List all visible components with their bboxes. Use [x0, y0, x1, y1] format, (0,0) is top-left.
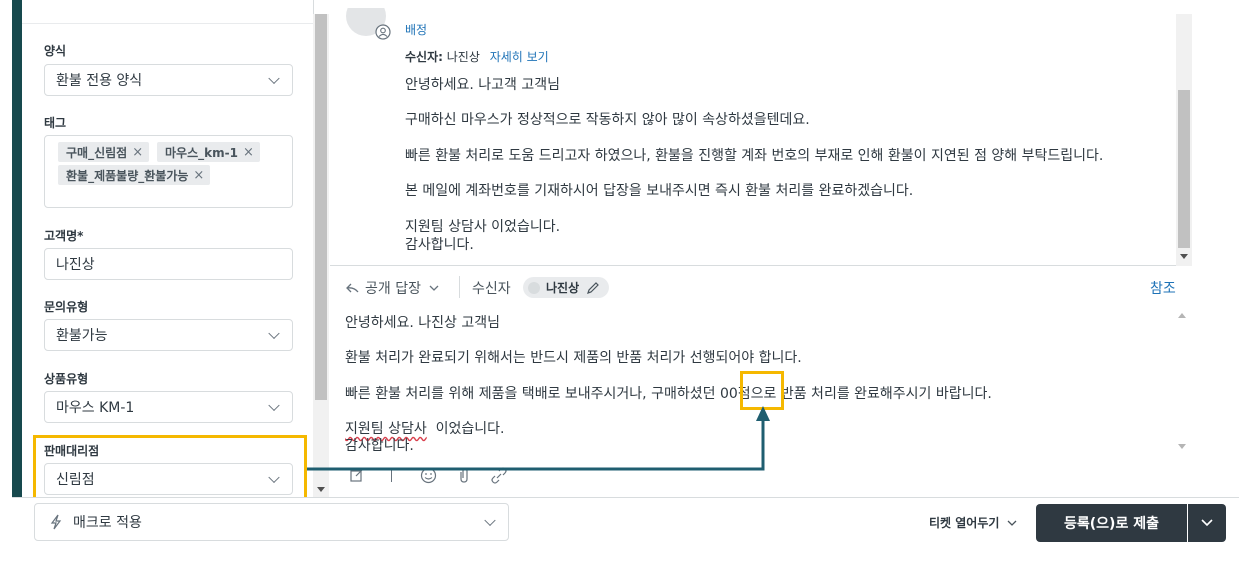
submit-label: 등록(으)로 제출 [1064, 516, 1159, 532]
submit-button[interactable]: 등록(으)로 제출 [1036, 504, 1187, 542]
macro-label: 매크로 적용 [73, 515, 142, 531]
lightning-icon [50, 514, 62, 530]
annotation-arrow [307, 406, 770, 471]
chevron-down-icon [484, 514, 496, 527]
macro-select[interactable]: 매크로 적용 [34, 503, 509, 541]
chevron-down-icon [1007, 520, 1017, 526]
ticket-status-dropdown[interactable]: 티켓 열어두기 [929, 514, 1019, 531]
submit-options-button[interactable] [1188, 504, 1226, 542]
chevron-down-icon [1201, 519, 1213, 527]
ticket-status-label: 티켓 열어두기 [929, 516, 1000, 530]
